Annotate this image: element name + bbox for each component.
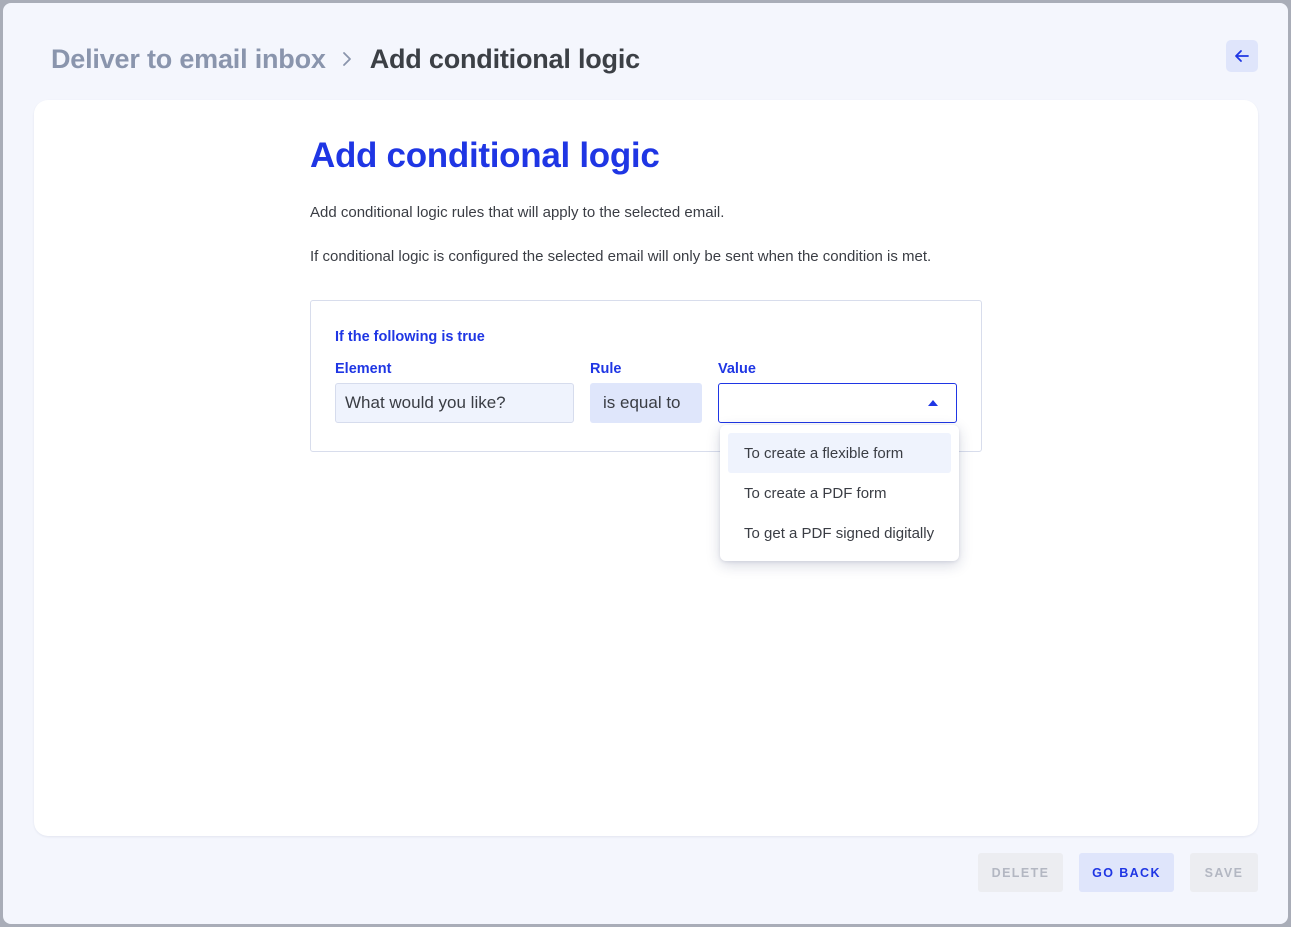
- caret-up-icon: [928, 400, 938, 406]
- dropdown-option-pdf-signed[interactable]: To get a PDF signed digitally: [728, 513, 951, 553]
- page-title: Add conditional logic: [310, 136, 660, 175]
- dropdown-option-flexible-form[interactable]: To create a flexible form: [728, 433, 951, 473]
- back-button[interactable]: [1226, 40, 1258, 72]
- element-select-value: What would you like?: [345, 393, 506, 412]
- rule-title: If the following is true: [335, 329, 485, 345]
- description-text: Add conditional logic rules that will ap…: [310, 204, 725, 221]
- rule-select-value: is equal to: [603, 393, 681, 412]
- go-back-button[interactable]: GO BACK: [1079, 853, 1174, 892]
- value-select[interactable]: [718, 383, 957, 423]
- delete-button[interactable]: DELETE: [978, 853, 1063, 892]
- arrow-left-icon: [1234, 49, 1250, 63]
- app-window: Deliver to email inbox Add conditional l…: [3, 3, 1288, 924]
- element-label: Element: [335, 361, 392, 377]
- element-select[interactable]: What would you like?: [335, 383, 574, 423]
- rule-select[interactable]: is equal to: [590, 383, 702, 423]
- breadcrumb-current: Add conditional logic: [369, 43, 640, 74]
- value-label: Value: [718, 361, 756, 377]
- save-button[interactable]: SAVE: [1190, 853, 1258, 892]
- content-card: Add conditional logic Add conditional lo…: [34, 100, 1258, 836]
- value-dropdown-menu: To create a flexible form To create a PD…: [720, 425, 959, 561]
- rule-label: Rule: [590, 361, 622, 377]
- chevron-right-icon: [342, 51, 352, 67]
- breadcrumb: Deliver to email inbox Add conditional l…: [51, 41, 640, 77]
- description-text-condition: If conditional logic is configured the s…: [310, 248, 932, 265]
- dropdown-option-pdf-form[interactable]: To create a PDF form: [728, 473, 951, 513]
- breadcrumb-parent-link[interactable]: Deliver to email inbox: [51, 44, 326, 75]
